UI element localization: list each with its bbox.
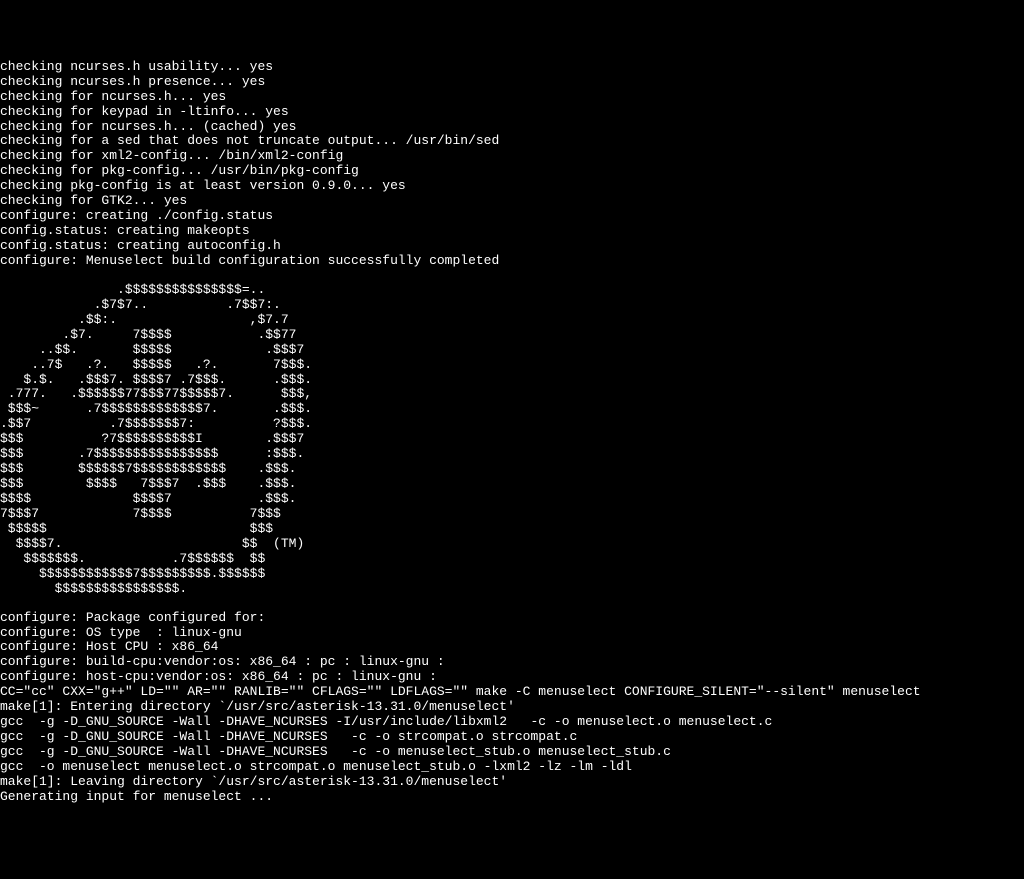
terminal-line: gcc -g -D_GNU_SOURCE -Wall -DHAVE_NCURSE…: [0, 730, 1024, 745]
terminal-line: configure: Package configured for:: [0, 611, 1024, 626]
terminal-line: checking for xml2-config... /bin/xml2-co…: [0, 149, 1024, 164]
terminal-line: $$$$$$$$$$$$$$$$.: [0, 582, 1024, 597]
terminal-line: [0, 269, 1024, 283]
terminal-line: $$$ ?7$$$$$$$$$$I .$$$7: [0, 432, 1024, 447]
terminal-line: ..$$. $$$$$ .$$$7: [0, 343, 1024, 358]
terminal-line: checking for GTK2... yes: [0, 194, 1024, 209]
terminal-output: checking ncurses.h usability... yescheck…: [0, 60, 1024, 805]
terminal-line: .777. .$$$$$$77$$$77$$$$$7. $$$,: [0, 387, 1024, 402]
terminal-line: configure: build-cpu:vendor:os: x86_64 :…: [0, 655, 1024, 670]
terminal-line: config.status: creating autoconfig.h: [0, 239, 1024, 254]
terminal-line: $$$ $$$$$$7$$$$$$$$$$$$ .$$$.: [0, 462, 1024, 477]
terminal-line: .$$:. ,$7.7: [0, 313, 1024, 328]
terminal-line: gcc -g -D_GNU_SOURCE -Wall -DHAVE_NCURSE…: [0, 715, 1024, 730]
terminal-line: checking ncurses.h usability... yes: [0, 60, 1024, 75]
terminal-line: $$$~ .7$$$$$$$$$$$$$7. .$$$.: [0, 402, 1024, 417]
terminal-line: $$$$$ $$$: [0, 522, 1024, 537]
terminal-line: 7$$$7 7$$$$ 7$$$: [0, 507, 1024, 522]
terminal-line: gcc -g -D_GNU_SOURCE -Wall -DHAVE_NCURSE…: [0, 745, 1024, 760]
terminal-line: $$$$$$$$$$$$7$$$$$$$$$.$$$$$$: [0, 567, 1024, 582]
terminal-line: $$$$7. $$ (TM): [0, 537, 1024, 552]
terminal-line: $$$$ $$$$7 .$$$.: [0, 492, 1024, 507]
terminal-line: checking for a sed that does not truncat…: [0, 134, 1024, 149]
terminal-line: $$$$$$$. .7$$$$$$ $$: [0, 552, 1024, 567]
terminal-line: Generating input for menuselect ...: [0, 790, 1024, 805]
terminal-line: configure: Menuselect build configuratio…: [0, 254, 1024, 269]
terminal-line: configure: host-cpu:vendor:os: x86_64 : …: [0, 670, 1024, 685]
terminal-line: checking for pkg-config... /usr/bin/pkg-…: [0, 164, 1024, 179]
terminal-line: make[1]: Leaving directory `/usr/src/ast…: [0, 775, 1024, 790]
terminal-line: configure: Host CPU : x86_64: [0, 640, 1024, 655]
terminal-line: checking ncurses.h presence... yes: [0, 75, 1024, 90]
terminal-line: make[1]: Entering directory `/usr/src/as…: [0, 700, 1024, 715]
terminal-line: .$$7 .7$$$$$$$7: ?$$$.: [0, 417, 1024, 432]
terminal-line: .$$$$$$$$$$$$$$$=..: [0, 283, 1024, 298]
terminal-line: $$$ $$$$ 7$$$7 .$$$ .$$$.: [0, 477, 1024, 492]
terminal-line: configure: creating ./config.status: [0, 209, 1024, 224]
terminal-line: checking for keypad in -ltinfo... yes: [0, 105, 1024, 120]
terminal-line: $$$ .7$$$$$$$$$$$$$$$$ :$$$.: [0, 447, 1024, 462]
terminal-line: ..7$ .?. $$$$$ .?. 7$$$.: [0, 358, 1024, 373]
terminal-line: config.status: creating makeopts: [0, 224, 1024, 239]
terminal-line: $.$. .$$$7. $$$$7 .7$$$. .$$$.: [0, 373, 1024, 388]
terminal-line: CC="cc" CXX="g++" LD="" AR="" RANLIB="" …: [0, 685, 1024, 700]
terminal-line: [0, 597, 1024, 611]
terminal-line: checking for ncurses.h... (cached) yes: [0, 120, 1024, 135]
terminal-line: checking pkg-config is at least version …: [0, 179, 1024, 194]
terminal-line: checking for ncurses.h... yes: [0, 90, 1024, 105]
terminal-line: .$7$7.. .7$$7:.: [0, 298, 1024, 313]
terminal-line: gcc -o menuselect menuselect.o strcompat…: [0, 760, 1024, 775]
terminal-line: configure: OS type : linux-gnu: [0, 626, 1024, 641]
terminal-line: .$7. 7$$$$ .$$77: [0, 328, 1024, 343]
